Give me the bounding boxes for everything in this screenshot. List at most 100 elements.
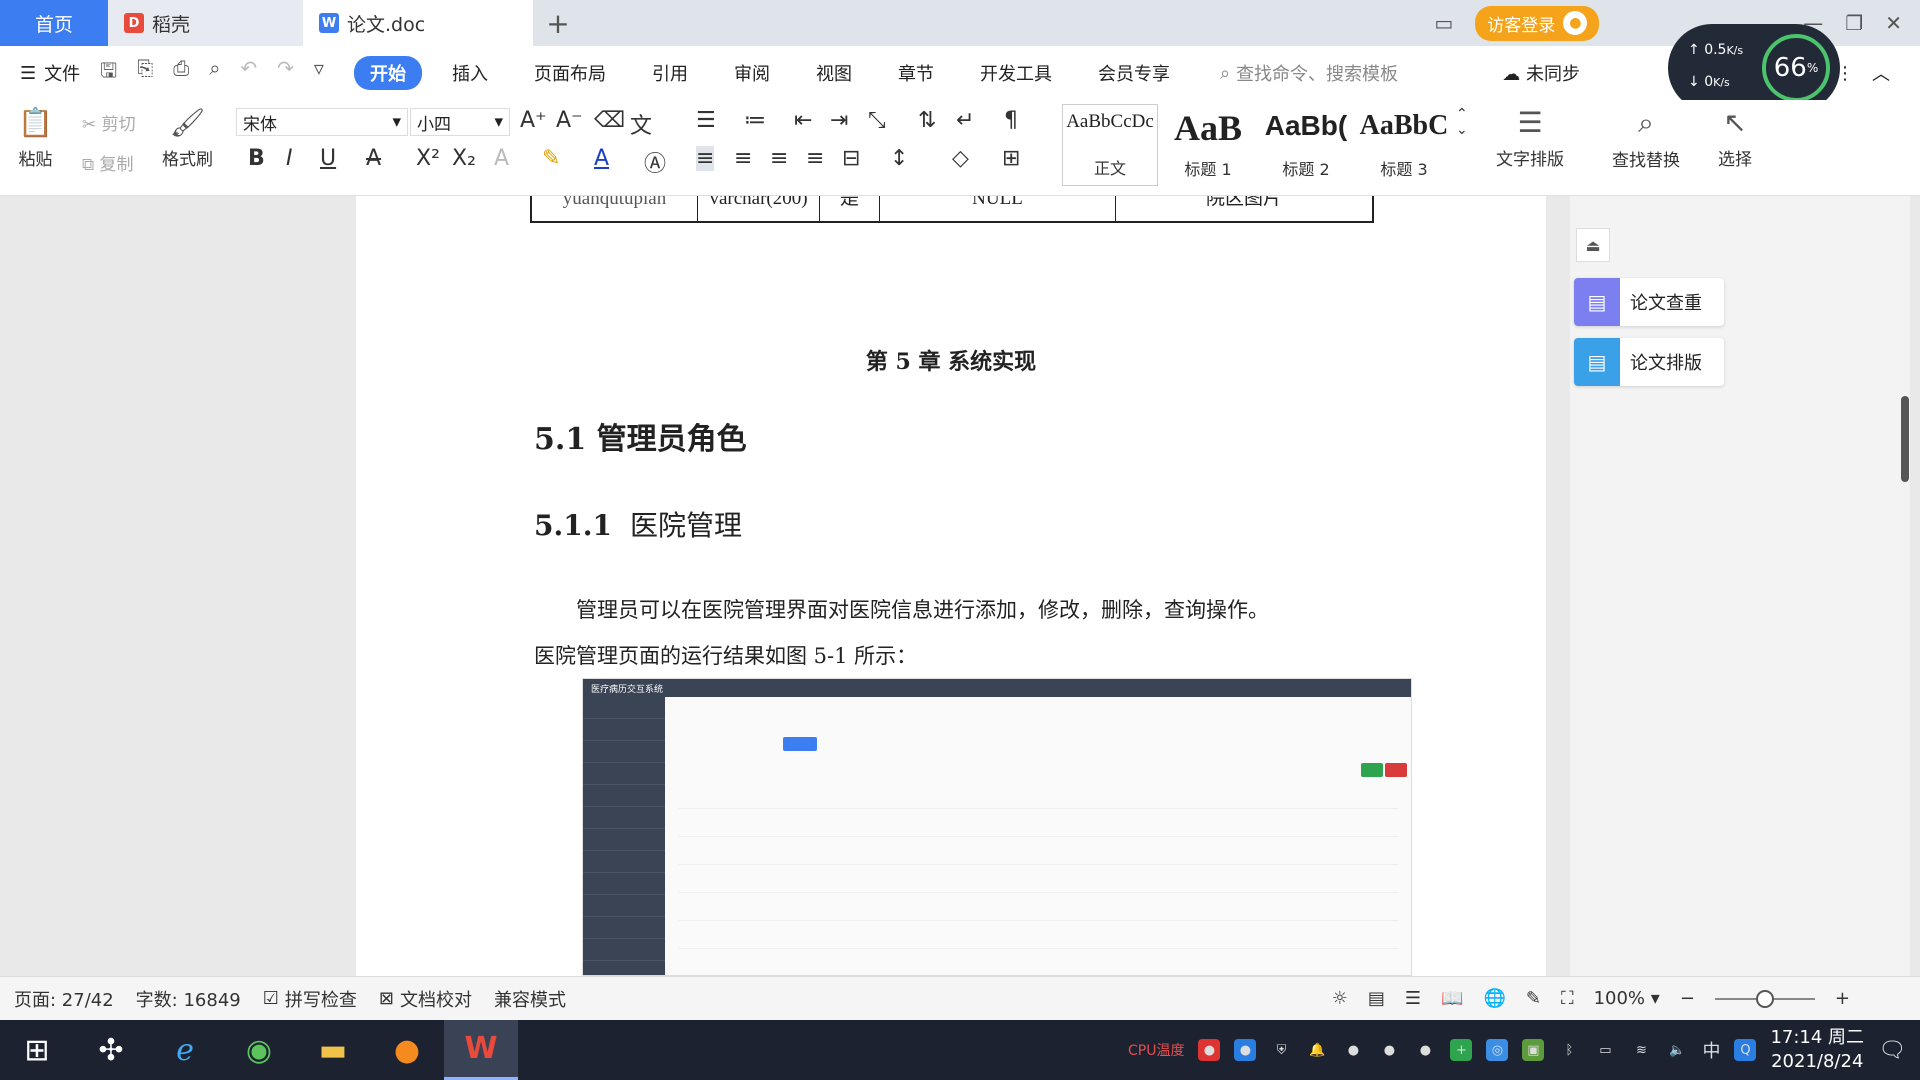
strikethrough-icon[interactable]: A: [366, 146, 381, 171]
cut-button[interactable]: ✂ 剪切: [82, 110, 136, 135]
superscript-icon[interactable]: X²: [416, 146, 440, 171]
subscript-icon[interactable]: X₂: [452, 146, 476, 171]
start-button[interactable]: ⊞: [0, 1020, 74, 1080]
decrease-indent-icon[interactable]: ⇤: [794, 108, 812, 133]
vertical-scrollbar[interactable]: [1900, 196, 1910, 976]
bold-icon[interactable]: B: [248, 146, 265, 171]
taskbar-app-wps[interactable]: W: [444, 1020, 518, 1080]
char-border-icon[interactable]: Ⓐ: [644, 146, 666, 178]
menu-references[interactable]: 引用: [636, 56, 704, 90]
numbering-icon[interactable]: ≔: [744, 108, 766, 133]
style-heading-3[interactable]: AaBbC 标题 3: [1356, 104, 1452, 186]
taskbar-app[interactable]: ℯ: [148, 1020, 222, 1080]
style-heading-2[interactable]: AaBb( 标题 2: [1258, 104, 1354, 186]
zoom-slider-knob[interactable]: [1755, 989, 1774, 1008]
notification-icon[interactable]: 🗨: [1878, 1038, 1906, 1063]
bluetooth-icon[interactable]: ᛒ: [1558, 1039, 1580, 1061]
write-view-icon[interactable]: ✎: [1526, 988, 1541, 1009]
print-icon[interactable]: ⎙: [173, 56, 189, 90]
taskbar-app[interactable]: ▬: [296, 1020, 370, 1080]
borders-icon[interactable]: ⊞: [1002, 146, 1020, 171]
tab-document[interactable]: W 论文.doc: [303, 0, 533, 46]
distribute-icon[interactable]: ⊟: [842, 146, 860, 171]
style-heading-1[interactable]: AaB 标题 1: [1160, 104, 1256, 186]
tray-app-icon[interactable]: ●: [1198, 1039, 1221, 1061]
fit-page-icon[interactable]: ⛶: [1561, 988, 1574, 1009]
shading-icon[interactable]: ◇: [952, 146, 969, 171]
menu-developer[interactable]: 开发工具: [964, 56, 1068, 90]
proofread-button[interactable]: ⊠ 文档校对: [379, 986, 472, 1012]
paste-button[interactable]: 📋 粘贴: [18, 106, 53, 170]
tab-docer[interactable]: D 稻壳: [108, 0, 303, 46]
bell-icon[interactable]: 🔔: [1306, 1039, 1328, 1061]
tray-app-icon[interactable]: ◎: [1486, 1039, 1509, 1061]
format-painter-button[interactable]: 🖌 格式刷: [162, 106, 213, 170]
reading-view-icon[interactable]: 📖: [1441, 988, 1463, 1009]
text-direction-icon[interactable]: ⤡: [868, 108, 886, 133]
web-view-icon[interactable]: 🌐: [1483, 988, 1505, 1009]
show-marks-icon[interactable]: ¶: [1004, 108, 1018, 133]
line-break-icon[interactable]: ↵: [956, 108, 974, 133]
clock[interactable]: 17:14 周二 2021/8/24: [1770, 1026, 1864, 1074]
menu-insert[interactable]: 插入: [436, 56, 504, 90]
print-preview-icon[interactable]: ⌕: [209, 56, 220, 90]
collapse-ribbon-icon[interactable]: ︿: [1872, 60, 1890, 86]
taskbar-app[interactable]: ✣: [74, 1020, 148, 1080]
zoom-in-icon[interactable]: +: [1835, 988, 1850, 1009]
increase-indent-icon[interactable]: ⇥: [830, 108, 848, 133]
find-replace-button[interactable]: ⌕ 查找替换: [1612, 106, 1680, 171]
command-search[interactable]: ⌕ 查找命令、搜索模板: [1220, 60, 1398, 86]
text-effect-icon[interactable]: A: [494, 146, 509, 171]
close-icon[interactable]: ✕: [1885, 11, 1902, 35]
tray-app-icon[interactable]: ●: [1234, 1039, 1257, 1061]
font-color-icon[interactable]: A: [594, 146, 609, 171]
outline-view-icon[interactable]: ☰: [1405, 988, 1421, 1009]
scrollbar-thumb[interactable]: [1901, 396, 1909, 482]
highlight-icon[interactable]: ✎: [542, 146, 560, 171]
taskbar-app[interactable]: ●: [370, 1020, 444, 1080]
eye-protection-icon[interactable]: ☼: [1332, 988, 1348, 1009]
clear-format-icon[interactable]: ⌫: [594, 108, 625, 133]
spell-check-button[interactable]: ☑ 拼写检查: [263, 986, 357, 1012]
figure-screenshot[interactable]: 医疗病历交互系统: [582, 678, 1412, 976]
align-left-icon[interactable]: ≡: [696, 146, 715, 171]
sync-status[interactable]: ☁ 未同步: [1502, 60, 1580, 86]
phonetic-icon[interactable]: 文: [630, 108, 652, 140]
menu-home[interactable]: 开始: [353, 56, 422, 90]
battery-icon[interactable]: ▭: [1594, 1039, 1616, 1061]
menu-member[interactable]: 会员专享: [1082, 56, 1186, 90]
style-normal[interactable]: AaBbCcDc 正文: [1062, 104, 1158, 186]
word-count[interactable]: 字数: 16849: [136, 986, 241, 1012]
tray-app-icon[interactable]: +: [1450, 1039, 1473, 1061]
style-scroll-icon[interactable]: ⌃ ⌄: [1456, 106, 1468, 138]
sort-icon[interactable]: ⇅: [918, 108, 936, 133]
menu-view[interactable]: 视图: [800, 56, 868, 90]
redo-icon[interactable]: ↷: [277, 56, 294, 90]
nvidia-icon[interactable]: ▣: [1522, 1039, 1545, 1061]
taskbar-app[interactable]: ◉: [222, 1020, 296, 1080]
table-row[interactable]: yuanqutupian varchar(200) 是 NULL 院区图片: [530, 196, 1374, 223]
zoom-level[interactable]: 100% ▾: [1594, 988, 1660, 1009]
justify-icon[interactable]: ≡: [806, 146, 824, 171]
text-layout-button[interactable]: ☰ 文字排版: [1496, 106, 1564, 170]
paper-check-button[interactable]: ▤ 论文查重: [1574, 278, 1724, 326]
menu-chapter[interactable]: 章节: [882, 56, 950, 90]
qq-icon[interactable]: ●: [1378, 1039, 1400, 1061]
align-center-icon[interactable]: ≡: [734, 146, 752, 171]
menu-review[interactable]: 审阅: [718, 56, 786, 90]
customize-icon[interactable]: ▿: [314, 56, 324, 90]
shrink-font-icon[interactable]: A⁻: [556, 108, 583, 133]
italic-icon[interactable]: I: [286, 146, 293, 171]
save-icon[interactable]: 🖫: [100, 56, 117, 90]
ime-indicator[interactable]: 中: [1702, 1037, 1720, 1063]
page-indicator[interactable]: 页面: 27/42: [14, 986, 114, 1012]
copy-button[interactable]: ⧉ 复制: [82, 150, 134, 175]
document-page[interactable]: yuanqutupian varchar(200) 是 NULL 院区图片 第 …: [356, 196, 1546, 976]
qq-icon[interactable]: ●: [1414, 1039, 1436, 1061]
qq-icon[interactable]: ●: [1342, 1039, 1364, 1061]
cpu-temp[interactable]: CPU温度: [1128, 1040, 1184, 1060]
visitor-login-button[interactable]: 访客登录 ●: [1475, 5, 1600, 41]
undo-icon[interactable]: ↶: [240, 56, 257, 90]
search-app-icon[interactable]: Q: [1734, 1039, 1757, 1061]
menu-page-layout[interactable]: 页面布局: [518, 56, 622, 90]
